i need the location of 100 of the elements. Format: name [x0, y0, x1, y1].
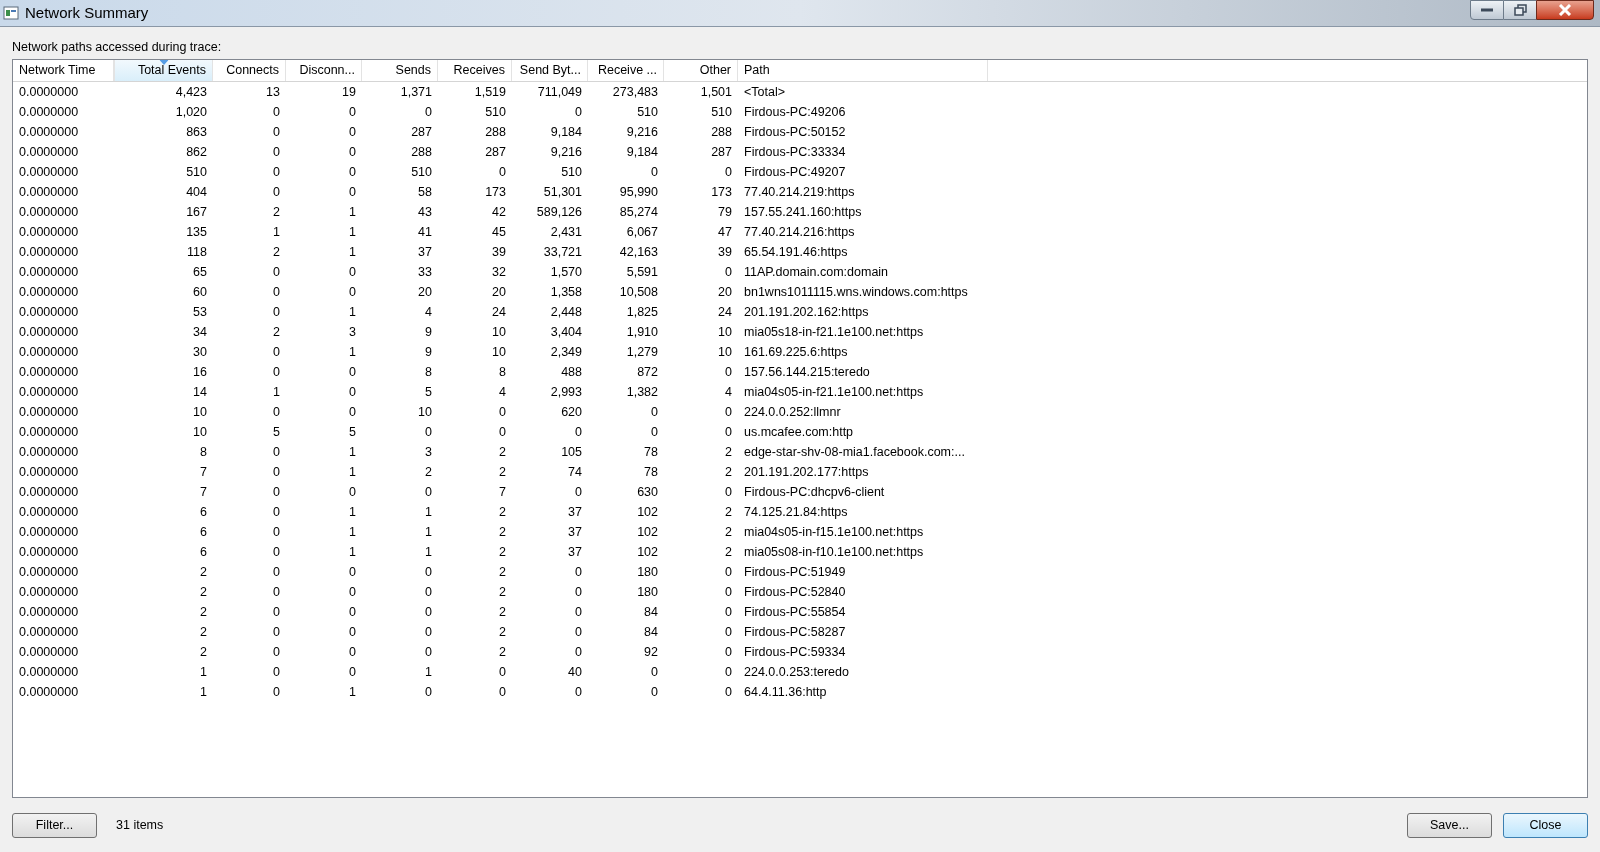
table-cell-text: 0	[272, 303, 281, 321]
table-cell-text: 0	[272, 123, 281, 141]
table-cell-text: 2,431	[549, 223, 583, 241]
table-cell-text: 0	[272, 683, 281, 701]
table-cell-text: 4,423	[174, 83, 208, 101]
table-cell-text: 92	[643, 643, 659, 661]
table-cell-text: 9,184	[549, 123, 583, 141]
table-cell-text: 74.125.21.84:https	[743, 503, 849, 521]
table-cell-text: 0	[272, 403, 281, 421]
minimize-button[interactable]	[1470, 0, 1504, 20]
table-cell-text: 2	[199, 623, 208, 641]
table-cell-text: 1	[348, 243, 357, 261]
table-cell-text: 0	[272, 583, 281, 601]
table-cell-text: 5,591	[625, 263, 659, 281]
table-cell-text: 6	[199, 523, 208, 541]
table-cell-text: 1	[424, 663, 433, 681]
table-cell-text: 43	[417, 203, 433, 221]
table-cell-text: 1	[199, 663, 208, 681]
table-cell-text: 0	[272, 443, 281, 461]
table-cell-text: 2,993	[549, 383, 583, 401]
table-cell-text: 157.55.241.160:https	[743, 203, 863, 221]
save-button[interactable]: Save...	[1407, 812, 1492, 838]
table-cell-text: 0	[724, 363, 733, 381]
table-cell-text: 2	[424, 463, 433, 481]
table-cell-text: 0.0000000	[18, 83, 80, 101]
table-cell-text: 0	[650, 403, 659, 421]
table-cell-text: 10	[717, 323, 733, 341]
table-cell-text: 0	[272, 543, 281, 561]
table-cell-text: 0	[272, 363, 281, 381]
table-cell-text: 0	[348, 383, 357, 401]
table-cell-text: 620	[560, 403, 583, 421]
table-cell-text: 32	[491, 263, 507, 281]
table-cell-text: 0	[650, 423, 659, 441]
table-cell-text: 1,279	[625, 343, 659, 361]
minimize-icon	[1481, 8, 1493, 12]
table-cell-text: 0	[348, 283, 357, 301]
filter-button[interactable]: Filter...	[12, 812, 97, 838]
table-cell-text: 42,163	[618, 243, 659, 261]
close-icon	[1558, 4, 1572, 16]
table-caption: Network paths accessed during trace:	[12, 40, 223, 54]
table-cell-text: 1	[348, 543, 357, 561]
column-header[interactable]: Total Events	[114, 60, 213, 81]
table-cell-text: 9	[424, 323, 433, 341]
table-cell-text: 0.0000000	[18, 663, 80, 681]
table-cell-text: Firdous-PC:49206	[743, 103, 847, 121]
table-cell-text: 0	[498, 663, 507, 681]
table-cell-text: 287	[710, 143, 733, 161]
table-cell-text: 0	[348, 643, 357, 661]
maximize-button[interactable]	[1504, 0, 1536, 20]
table-cell-text: 510	[410, 163, 433, 181]
table-cell-text: bn1wns1011115.wns.windows.com:https	[743, 283, 969, 301]
table-cell-text: 0	[724, 643, 733, 661]
table-cell-text: 10	[192, 423, 208, 441]
table-cell-text: Firdous-PC:49207	[743, 163, 847, 181]
table-cell-text: 0.0000000	[18, 263, 80, 281]
table-cell-text: 1	[348, 503, 357, 521]
table-cell-text: 9,184	[625, 143, 659, 161]
table-cell-text: Firdous-PC:59334	[743, 643, 847, 661]
table-cell-text: Firdous-PC:52840	[743, 583, 847, 601]
table-cell-text: 2	[199, 563, 208, 581]
close-window-button[interactable]	[1536, 0, 1594, 20]
table-cell-text: 0.0000000	[18, 503, 80, 521]
table-cell-text: 118	[186, 243, 208, 261]
table-cell-text: 1,519	[473, 83, 507, 101]
table-cell-text: 0.0000000	[18, 103, 80, 121]
close-button[interactable]: Close	[1503, 812, 1588, 838]
table-cell-text: 0	[348, 563, 357, 581]
table-cell-text: 0	[272, 343, 281, 361]
table-cell-text: mia04s05-in-f15.1e100.net:https	[743, 523, 925, 541]
table-cell-text: 157.56.144.215:teredo	[743, 363, 871, 381]
table-cell-text: 224.0.0.252:llmnr	[743, 403, 842, 421]
table-cell-text: 0	[724, 163, 733, 181]
table-cell-text: 1	[348, 443, 357, 461]
table-cell-text: 0	[424, 483, 433, 501]
table-cell-text: 0	[424, 683, 433, 701]
table-cell-text: 0	[724, 623, 733, 641]
table-cell-text: mia05s08-in-f10.1e100.net:https	[743, 543, 925, 561]
table-cell-text: 180	[636, 583, 659, 601]
table-cell-text: Firdous-PC:dhcpv6-client	[743, 483, 886, 501]
table-cell-text: 872	[636, 363, 659, 381]
table-cell-text: Firdous-PC:58287	[743, 623, 847, 641]
table-cell-text: 0.0000000	[18, 543, 80, 561]
table-cell-text: 19	[341, 83, 357, 101]
table-cell-text: 510	[710, 103, 733, 121]
table-cell-text: 0	[348, 583, 357, 601]
table-cell-text: 78	[643, 463, 659, 481]
table-cell-text: 2	[498, 603, 507, 621]
table-cell-text: 7	[199, 483, 208, 501]
table-cell-text: 0	[724, 483, 733, 501]
table-cell-text: 77.40.214.219:https	[743, 183, 856, 201]
table-cell-text: 2,349	[549, 343, 583, 361]
table-cell-text: 1	[348, 223, 357, 241]
table-cell-text: 45	[491, 223, 507, 241]
table-cell-text: 16	[192, 363, 208, 381]
table-cell-text: 510	[560, 163, 583, 181]
table-cell-text: 2	[272, 203, 281, 221]
table-cell-text: 0	[272, 143, 281, 161]
table-cell-text: 10	[717, 343, 733, 361]
table-cell-text: 0	[272, 483, 281, 501]
table-cell-text: 3	[348, 323, 357, 341]
